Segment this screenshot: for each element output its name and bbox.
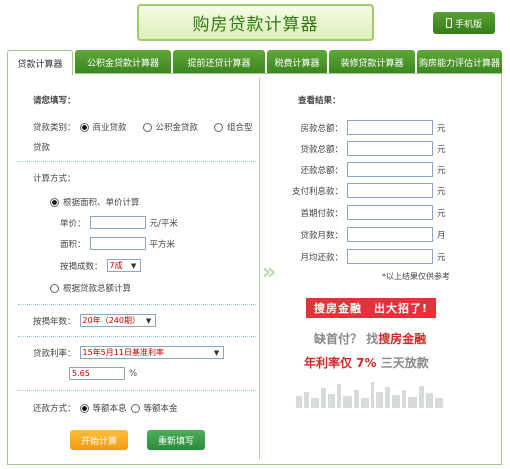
result-loan-total-row: 贷款总额： 元 — [291, 141, 446, 156]
method-area-row: 根据面积、单价计算 — [50, 196, 140, 208]
result-interest-field[interactable] — [347, 183, 433, 198]
rate-label: 贷款利率： — [33, 348, 76, 359]
unit-price-label: 单价： — [60, 218, 86, 229]
loan-type-provident-label: 公积金贷款 — [155, 123, 199, 133]
repay-row: 还款方式： 等额本息 等额本金 — [33, 402, 178, 414]
divider — [18, 390, 256, 391]
result-monthly-row: 月均还款： 元 — [291, 249, 446, 264]
loan-type-combined-radio[interactable] — [214, 122, 224, 132]
reset-button[interactable]: 重新填写 — [147, 430, 205, 450]
years-select[interactable]: 20年（240期） ▼ — [79, 314, 156, 327]
calculate-button[interactable]: 开始计算 — [70, 430, 128, 450]
repay-equal-installment-radio[interactable] — [79, 403, 89, 413]
rate-value-row: 5.65 % — [69, 367, 137, 380]
frame-divider — [75, 73, 502, 74]
unit-price-input[interactable] — [89, 216, 146, 229]
repay-equal-principal-radio[interactable] — [130, 403, 140, 413]
result-repay-total-row: 还款总额： 元 — [291, 162, 446, 177]
result-heading: 查看结果： — [298, 96, 341, 106]
loan-type-suffix: 贷款 — [33, 143, 51, 153]
method-area-label: 根据面积、单价计算 — [63, 198, 140, 208]
result-months-field[interactable] — [347, 227, 433, 242]
tab-prepayment-calculator[interactable]: 提前还贷计算器 — [173, 50, 265, 74]
tab-renovation-loan-calculator[interactable]: 装修贷款计算器 — [329, 50, 415, 74]
repay-equal-installment-label: 等额本息 — [92, 404, 127, 414]
result-monthly-field[interactable] — [347, 249, 433, 264]
loan-type-label: 贷款类别： — [33, 123, 76, 133]
rate-row: 贷款利率： 15年5月11日基准利率 ▼ — [33, 346, 224, 359]
calc-method-label: 计算方式： — [33, 174, 76, 184]
rate-unit: % — [129, 368, 138, 379]
tab-affordability-calculator[interactable]: 购房能力评估计算器 — [417, 50, 502, 74]
finance-ad[interactable]: 搜房金融 出大招了! 缺首付？ 找搜房金融 年利率仅 7% 三天放款 — [294, 298, 444, 410]
double-chevron-right-icon: » — [262, 260, 277, 285]
input-heading: 请您填写： — [33, 96, 76, 106]
rate-select[interactable]: 15年5月11日基准利率 ▼ — [79, 346, 224, 359]
area-label: 面积： — [60, 239, 86, 250]
years-label: 按揭年数： — [33, 316, 76, 327]
page-title-box: 购房贷款计算器 — [137, 4, 374, 41]
result-house-total-row: 房款总额： 元 — [291, 120, 446, 135]
chevron-down-icon: ▼ — [130, 261, 137, 270]
tab-loan-calculator[interactable]: 贷款计算器 — [7, 50, 73, 75]
years-row: 按揭年数： 20年（240期） ▼ — [33, 314, 156, 327]
tab-provident-fund-calculator[interactable]: 公积金贷款计算器 — [75, 50, 171, 74]
loan-type-row: 贷款类别： 商业贷款 公积金贷款 组合型 — [33, 121, 253, 133]
rate-value-input[interactable]: 5.65 — [69, 367, 125, 380]
mobile-version-label: 手机版 — [454, 19, 482, 30]
result-house-total-field[interactable] — [347, 120, 433, 135]
repay-equal-principal-label: 等额本金 — [143, 404, 178, 414]
page-title: 购房贷款计算器 — [192, 15, 319, 35]
result-note: *以上结果仅供参考 — [382, 272, 450, 281]
unit-price-unit: 元/平米 — [149, 218, 178, 229]
mortgage-ratio-select[interactable]: 7成 ▼ — [106, 259, 141, 272]
result-interest-row: 支付利息款： 元 — [291, 183, 446, 198]
area-row: 面积： 平方米 — [60, 237, 175, 250]
result-months-row: 贷款月数： 月 — [291, 227, 446, 242]
ad-banner: 搜房金融 出大招了! — [306, 298, 436, 318]
loan-type-combined-label: 组合型 — [227, 123, 253, 133]
method-area-radio[interactable] — [50, 197, 59, 207]
repay-label: 还款方式： — [33, 404, 76, 414]
loan-type-commercial-label: 商业贷款 — [92, 123, 127, 133]
loan-type-commercial-radio[interactable] — [79, 122, 89, 132]
mobile-version-button[interactable]: 手机版 — [433, 12, 495, 34]
chevron-down-icon: ▼ — [213, 348, 220, 357]
result-repay-total-field[interactable] — [347, 162, 433, 177]
loan-type-provident-radio[interactable] — [142, 122, 152, 132]
divider — [18, 304, 256, 305]
method-total-label: 根据贷款总额计算 — [63, 284, 132, 294]
method-total-radio[interactable] — [50, 283, 59, 293]
divider — [18, 161, 256, 162]
divider — [18, 336, 256, 337]
mortgage-ratio-row: 按揭成数： 7成 ▼ — [60, 259, 141, 272]
result-loan-total-field[interactable] — [347, 141, 433, 156]
result-down-payment-field[interactable] — [347, 205, 433, 220]
ad-line-1: 缺首付？ 找搜房金融 — [314, 332, 427, 346]
city-skyline-illustration — [296, 382, 443, 408]
unit-price-row: 单价： 元/平米 — [60, 216, 178, 229]
area-unit: 平方米 — [149, 239, 176, 250]
method-total-row: 根据贷款总额计算 — [50, 282, 131, 294]
mortgage-ratio-label: 按揭成数： — [60, 261, 103, 272]
chevron-down-icon: ▼ — [145, 316, 152, 325]
calculator-tabs: 贷款计算器 公积金贷款计算器 提前还贷计算器 税费计算器 装修贷款计算器 购房能… — [7, 50, 502, 75]
result-down-payment-row: 首期付款： 元 — [291, 205, 446, 220]
ad-line-2: 年利率仅 7% 三天放款 — [304, 356, 429, 370]
tab-tax-calculator[interactable]: 税费计算器 — [267, 50, 327, 74]
phone-icon — [445, 18, 452, 28]
area-input[interactable] — [89, 237, 146, 250]
